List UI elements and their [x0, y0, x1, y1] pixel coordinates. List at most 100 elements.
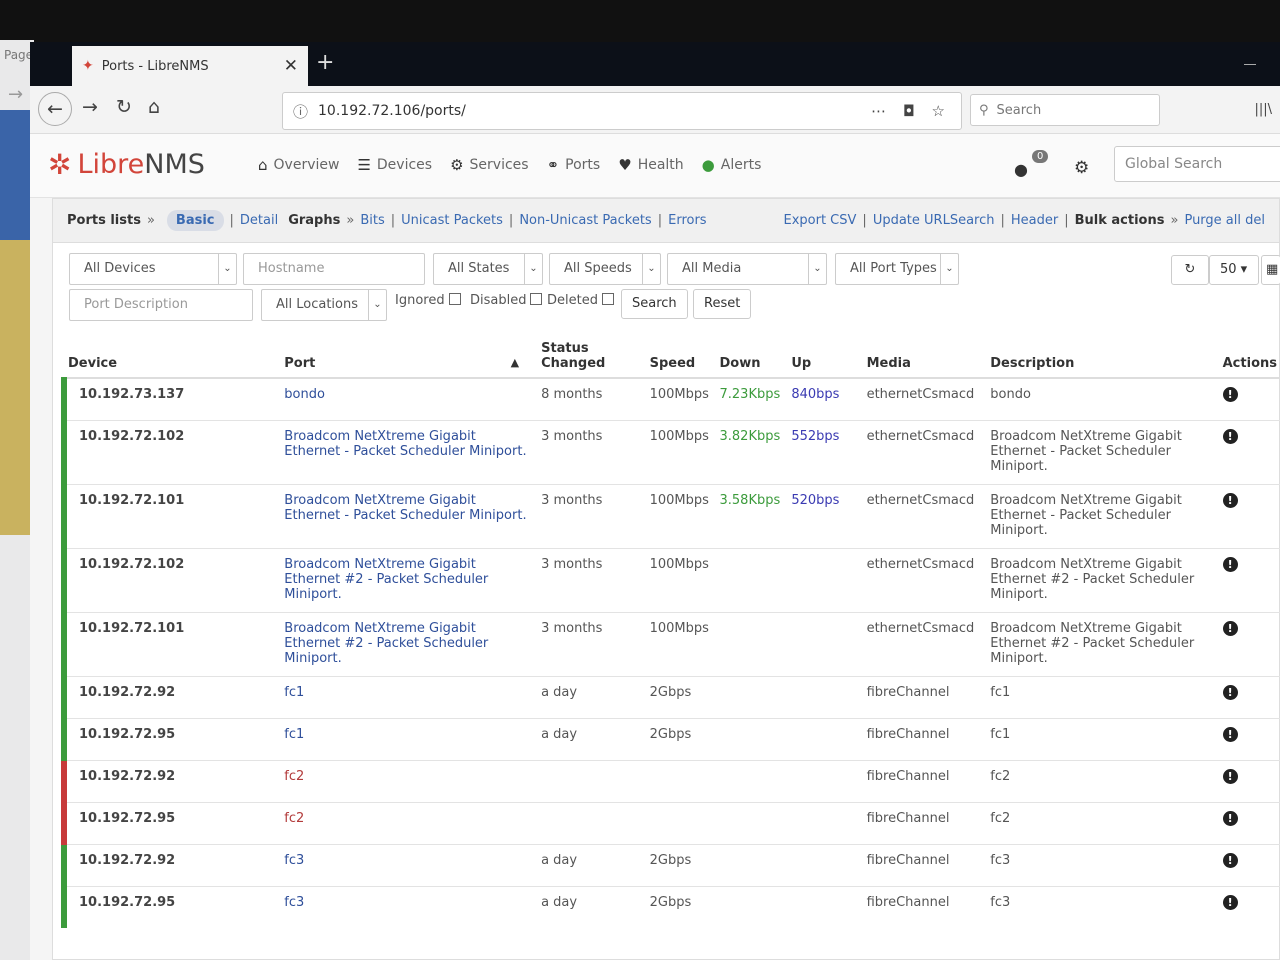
forward-icon[interactable]: → [82, 96, 98, 118]
device-cell[interactable]: 10.192.72.102 [60, 547, 281, 612]
close-tab-icon[interactable]: ✕ [284, 56, 298, 76]
up-column-header[interactable]: Up [787, 341, 863, 379]
device-cell[interactable]: 10.192.72.101 [60, 483, 281, 548]
columns-icon[interactable]: ▦ [1261, 255, 1280, 285]
status-changed-cell: a day [537, 675, 646, 718]
browser-search-input[interactable]: ⚲ Search [970, 94, 1160, 126]
speed-column-header[interactable]: Speed [645, 341, 716, 379]
global-search-input[interactable]: Global Search [1114, 146, 1280, 182]
menu-alerts[interactable]: ● Alerts [702, 156, 762, 174]
search-button[interactable]: Search [621, 289, 688, 319]
device-cell[interactable]: 10.192.73.137 [60, 377, 281, 420]
page-actions-icon[interactable]: ⋯ ◘ ☆ [871, 102, 951, 120]
menu-overview[interactable]: ⌂ Overview [258, 156, 339, 174]
alert-exclamation-icon[interactable]: ! [1222, 492, 1238, 508]
hostname-input[interactable]: Hostname [243, 253, 425, 285]
description-column-header[interactable]: Description [986, 341, 1219, 379]
export-csv-link[interactable]: Export CSV [784, 213, 857, 228]
home-icon[interactable]: ⌂ [148, 96, 160, 118]
menu-services[interactable]: ⚙ Services [450, 156, 529, 174]
update-url-link[interactable]: Update URLSearch [873, 213, 995, 228]
port-cell[interactable]: fc2 [280, 801, 538, 844]
reload-icon[interactable]: ↻ [116, 96, 132, 118]
port-cell[interactable]: fc3 [280, 843, 538, 886]
port-cell[interactable]: fc1 [280, 675, 538, 718]
status-changed-column-header[interactable]: Status Changed [537, 341, 646, 379]
port-types-select[interactable]: All Port Types ⌄ [835, 253, 959, 285]
alert-exclamation-icon[interactable]: ! [1222, 387, 1238, 402]
alert-exclamation-icon[interactable]: ! [1222, 684, 1238, 700]
port-cell[interactable]: Broadcom NetXtreme Gigabit Ethernet #2 -… [280, 547, 538, 612]
alert-exclamation-icon[interactable]: ! [1222, 726, 1238, 742]
bits-graph-link[interactable]: Bits [360, 213, 384, 228]
locations-select[interactable]: All Locations ⌄ [261, 289, 387, 321]
device-column-header[interactable]: Device [64, 341, 281, 379]
errors-graph-link[interactable]: Errors [668, 213, 706, 228]
menu-ports[interactable]: ⚭ Ports [547, 156, 601, 174]
table-header-row: Device Port ▲ Status Changed Speed Down U… [64, 341, 1280, 379]
states-select[interactable]: All States ⌄ [433, 253, 543, 285]
device-cell[interactable]: 10.192.72.95 [60, 801, 281, 844]
port-cell[interactable]: fc1 [280, 717, 538, 760]
new-tab-icon[interactable]: + [316, 50, 334, 75]
reset-button[interactable]: Reset [693, 289, 752, 319]
port-cell[interactable]: Broadcom NetXtreme Gigabit Ethernet #2 -… [280, 611, 538, 676]
url-text[interactable]: 10.192.72.106/ports/ [318, 103, 871, 119]
media-column-header[interactable]: Media [862, 341, 987, 379]
device-cell[interactable]: 10.192.72.92 [60, 843, 281, 886]
port-cell[interactable]: bondo [280, 377, 538, 420]
device-cell[interactable]: 10.192.72.101 [60, 611, 281, 676]
device-cell[interactable]: 10.192.72.95 [60, 885, 281, 928]
librenms-logo[interactable]: ✲ Libre NMS [48, 148, 205, 181]
alert-exclamation-icon[interactable]: ! [1222, 894, 1238, 910]
settings-gear-icon[interactable]: ⚙ [1074, 158, 1089, 178]
site-info-icon[interactable]: ⓘ [293, 101, 308, 122]
notification-badge[interactable]: 0 [1032, 150, 1049, 163]
device-cell[interactable]: 10.192.72.92 [60, 675, 281, 718]
tab-bar: ✦ Ports - LibreNMS ✕ + [30, 42, 1280, 86]
port-cell[interactable]: Broadcom NetXtreme Gigabit Ethernet - Pa… [280, 419, 538, 484]
browser-tab[interactable]: ✦ Ports - LibreNMS ✕ [72, 46, 308, 86]
unicast-graph-link[interactable]: Unicast Packets [401, 213, 503, 228]
menu-label: Alerts [720, 157, 762, 173]
device-cell[interactable]: 10.192.72.92 [60, 759, 281, 802]
media-select[interactable]: All Media ⌄ [667, 253, 827, 285]
port-cell[interactable]: fc2 [280, 759, 538, 802]
alert-exclamation-icon[interactable]: ! [1222, 620, 1238, 636]
port-cell[interactable]: Broadcom NetXtreme Gigabit Ethernet - Pa… [280, 483, 538, 548]
minimize-icon[interactable] [1244, 64, 1256, 65]
device-cell[interactable]: 10.192.72.102 [60, 419, 281, 484]
disabled-checkbox[interactable]: Disabled [470, 293, 543, 308]
deleted-checkbox[interactable]: Deleted [547, 293, 614, 308]
library-icon[interactable]: |||\ [1254, 102, 1272, 117]
url-bar[interactable]: ⓘ 10.192.72.106/ports/ ⋯ ◘ ☆ [282, 92, 962, 130]
sort-asc-icon[interactable]: ▲ [511, 356, 519, 369]
alert-exclamation-icon[interactable]: ! [1222, 428, 1238, 444]
menu-health[interactable]: ♥ Health [618, 156, 683, 174]
speeds-select[interactable]: All Speeds ⌄ [549, 253, 661, 285]
disabled-box[interactable] [530, 293, 543, 305]
ignored-checkbox[interactable]: Ignored [395, 293, 461, 308]
detail-view-link[interactable]: Detail [240, 213, 278, 228]
port-cell[interactable]: fc3 [280, 885, 538, 928]
alert-exclamation-icon[interactable]: ! [1222, 556, 1238, 572]
menu-devices[interactable]: ☰ Devices [357, 156, 432, 174]
basic-view-link[interactable]: Basic [166, 210, 224, 231]
deleted-box[interactable] [601, 293, 614, 305]
down-column-header[interactable]: Down [715, 341, 788, 379]
devices-select[interactable]: All Devices ⌄ [69, 253, 237, 285]
header-link[interactable]: Header [1011, 213, 1058, 228]
ignored-box[interactable] [448, 293, 461, 305]
per-page-select[interactable]: 50 ▾ [1209, 255, 1259, 285]
port-description-input[interactable]: Port Description [69, 289, 253, 321]
alert-exclamation-icon[interactable]: ! [1222, 810, 1238, 826]
alert-exclamation-icon[interactable]: ! [1222, 852, 1238, 868]
alert-exclamation-icon[interactable]: ! [1222, 768, 1238, 784]
non-unicast-graph-link[interactable]: Non-Unicast Packets [519, 213, 651, 228]
refresh-button[interactable]: ↻ [1171, 255, 1209, 285]
port-column-header[interactable]: Port ▲ [280, 341, 538, 379]
user-icon[interactable]: ● [1014, 160, 1028, 179]
device-cell[interactable]: 10.192.72.95 [60, 717, 281, 760]
back-icon[interactable]: ← [38, 92, 72, 126]
purge-link[interactable]: Purge all del [1184, 213, 1265, 228]
